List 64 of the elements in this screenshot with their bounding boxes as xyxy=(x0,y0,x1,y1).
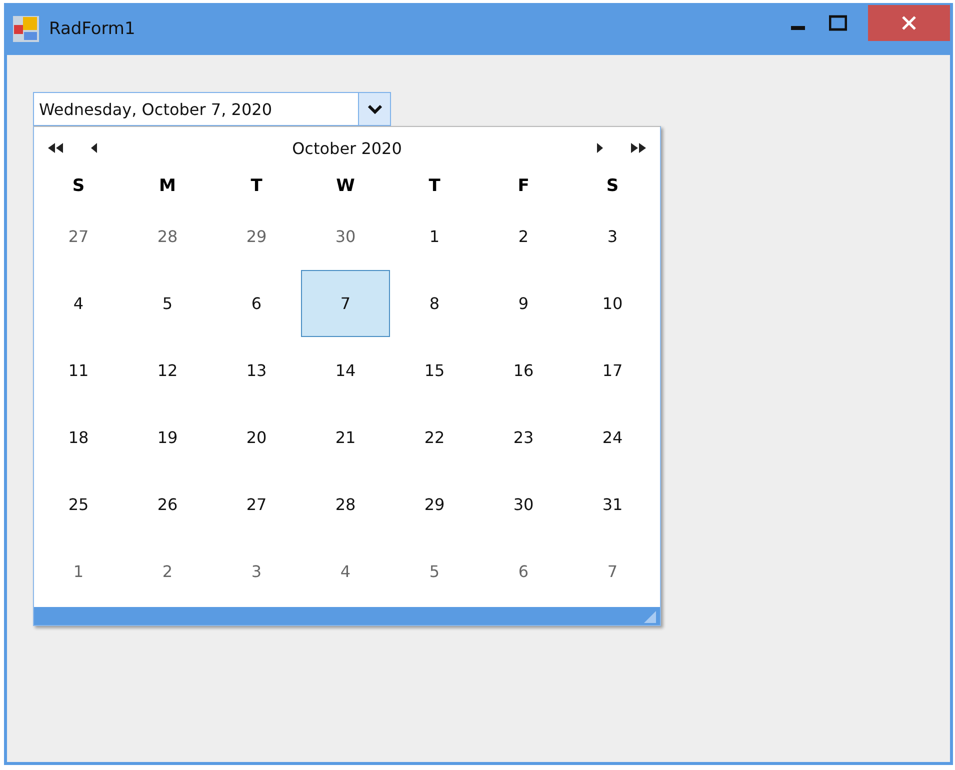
day-cell[interactable]: 23 xyxy=(479,404,568,471)
minimize-icon xyxy=(791,26,805,30)
date-field[interactable]: Wednesday, October 7, 2020 xyxy=(33,92,391,126)
day-cell[interactable]: 8 xyxy=(390,270,479,337)
dropdown-button[interactable] xyxy=(358,93,390,125)
month-title: October 2020 xyxy=(291,138,403,158)
day-cell[interactable]: 25 xyxy=(34,471,123,538)
day-cell[interactable]: 5 xyxy=(123,270,212,337)
day-cell[interactable]: 12 xyxy=(123,337,212,404)
day-cell[interactable]: 1 xyxy=(34,538,123,605)
window-title: RadForm1 xyxy=(49,19,136,39)
day-cell[interactable]: 1 xyxy=(390,203,479,270)
day-cell[interactable]: 26 xyxy=(123,471,212,538)
day-cell[interactable]: 20 xyxy=(212,404,301,471)
day-cell[interactable]: 7 xyxy=(568,538,657,605)
weekday-header: M xyxy=(158,175,177,198)
day-cell[interactable]: 3 xyxy=(212,538,301,605)
maximize-icon xyxy=(829,15,847,31)
weekday-header: T xyxy=(428,175,442,198)
day-cell[interactable]: 6 xyxy=(212,270,301,337)
day-cell[interactable]: 16 xyxy=(479,337,568,404)
day-cell[interactable]: 10 xyxy=(568,270,657,337)
day-cell[interactable]: 27 xyxy=(34,203,123,270)
day-cell[interactable]: 31 xyxy=(568,471,657,538)
day-cell[interactable]: 14 xyxy=(301,337,390,404)
day-cell[interactable]: 11 xyxy=(34,337,123,404)
close-button[interactable] xyxy=(868,5,950,41)
left-arrow-icon xyxy=(90,143,98,153)
day-cell[interactable]: 9 xyxy=(479,270,568,337)
day-cell[interactable]: 2 xyxy=(479,203,568,270)
day-cell[interactable]: 18 xyxy=(34,404,123,471)
day-cell[interactable]: 7 xyxy=(301,270,390,337)
day-cell[interactable]: 4 xyxy=(34,270,123,337)
day-cell[interactable]: 22 xyxy=(390,404,479,471)
day-cell[interactable]: 28 xyxy=(301,471,390,538)
weekday-header: W xyxy=(335,175,356,198)
weekday-header: T xyxy=(250,175,264,198)
day-cell[interactable]: 29 xyxy=(212,203,301,270)
day-cell[interactable]: 5 xyxy=(390,538,479,605)
day-cell[interactable]: 30 xyxy=(301,203,390,270)
weekday-header: F xyxy=(516,175,530,198)
day-cell[interactable]: 27 xyxy=(212,471,301,538)
day-cell[interactable]: 21 xyxy=(301,404,390,471)
double-right-arrow-icon xyxy=(630,143,646,153)
day-cell[interactable]: 17 xyxy=(568,337,657,404)
close-icon xyxy=(902,16,916,30)
day-cell[interactable]: 30 xyxy=(479,471,568,538)
day-cell[interactable]: 4 xyxy=(301,538,390,605)
day-cell[interactable]: 2 xyxy=(123,538,212,605)
right-arrow-icon xyxy=(596,143,604,153)
day-cell[interactable]: 13 xyxy=(212,337,301,404)
weekday-header: S xyxy=(605,175,620,198)
day-cell[interactable]: 24 xyxy=(568,404,657,471)
date-value: Wednesday, October 7, 2020 xyxy=(38,98,273,120)
weekday-header: S xyxy=(71,175,86,198)
day-cell[interactable]: 19 xyxy=(123,404,212,471)
day-cell[interactable]: 15 xyxy=(390,337,479,404)
app-icon xyxy=(13,16,39,42)
double-left-arrow-icon xyxy=(48,143,64,153)
chevron-down-icon xyxy=(368,104,382,114)
day-cell[interactable]: 6 xyxy=(479,538,568,605)
day-cell[interactable]: 29 xyxy=(390,471,479,538)
day-cell[interactable]: 28 xyxy=(123,203,212,270)
day-cell[interactable]: 3 xyxy=(568,203,657,270)
